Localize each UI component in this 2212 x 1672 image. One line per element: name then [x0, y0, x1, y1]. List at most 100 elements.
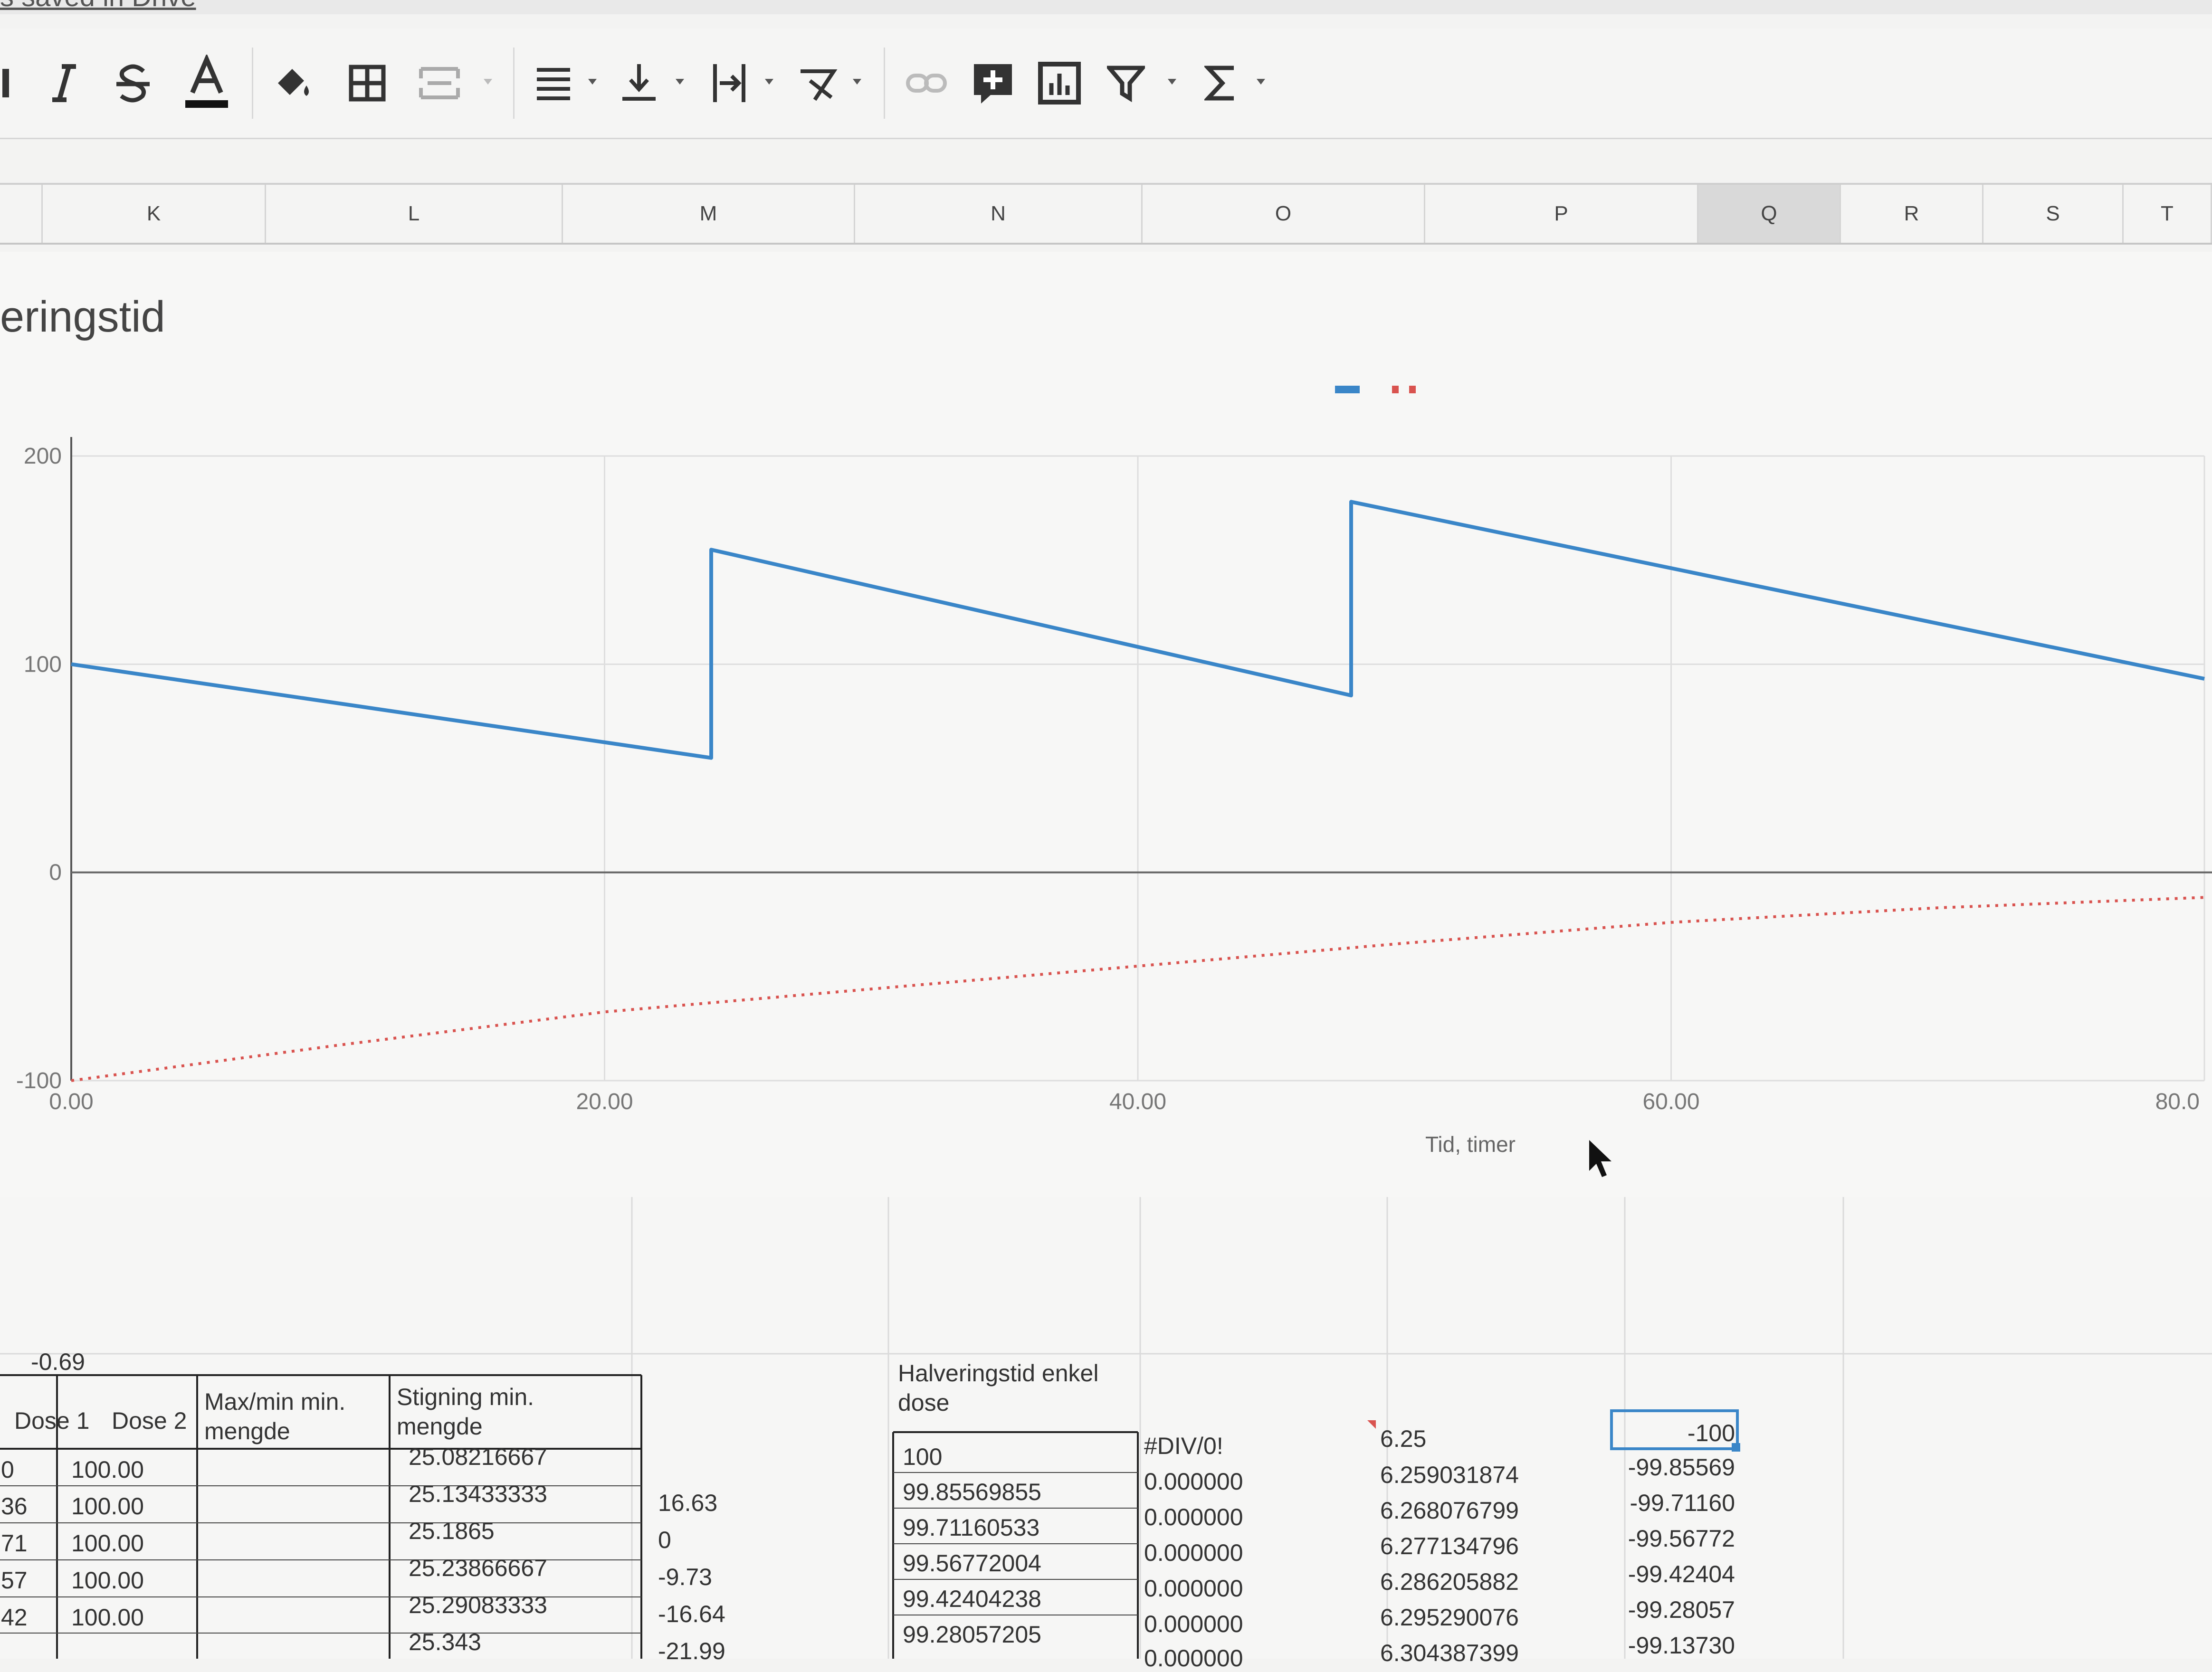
column-p-cell[interactable]: 6.295290076 [1380, 1604, 1519, 1631]
column-m-cell[interactable]: 0 [658, 1526, 671, 1554]
row-prefix-cell[interactable]: 57 [1, 1567, 28, 1594]
column-o-cell[interactable]: 0.000000 [1144, 1575, 1243, 1602]
column-p-cell[interactable]: 6.259031874 [1380, 1461, 1519, 1489]
column-header-o[interactable]: O [1143, 185, 1425, 243]
column-header-s[interactable]: S [1983, 185, 2124, 243]
x-tick-label: 20.00 [576, 1089, 633, 1114]
column-q-cell[interactable]: -99.28057 [1628, 1596, 1735, 1624]
column-header-q[interactable]: Q [1698, 185, 1841, 243]
column-header-row: K L M N O P Q R S T [0, 183, 2212, 245]
header-halveringstid[interactable]: Halveringstid enkel dose [898, 1358, 1121, 1417]
column-p-cell[interactable]: 6.277134796 [1380, 1532, 1519, 1560]
column-o-cell[interactable]: 0.000000 [1144, 1503, 1243, 1531]
header-max-min[interactable]: Max/min min. mengde [204, 1387, 380, 1446]
toolbar-separator [884, 48, 885, 119]
legend-swatch-series-1 [1335, 386, 1360, 393]
merge-cells-icon[interactable] [416, 48, 463, 119]
header-dose-1[interactable]: Dose 1 [14, 1406, 89, 1435]
column-header-m[interactable]: M [563, 185, 855, 243]
embedded-chart[interactable]: eringstid 200 100 0 -100 0.00 20.00 40.00 60.00… [0, 252, 2212, 1198]
align-vertical-icon[interactable] [618, 48, 660, 119]
legend-swatch-series-2 [1392, 386, 1399, 393]
column-o-cell[interactable]: #DIV/0! [1144, 1432, 1223, 1460]
stigning-cell[interactable]: 25.343 [409, 1628, 481, 1656]
x-tick-label: 60.00 [1642, 1089, 1699, 1114]
floating-value[interactable]: -0.69 [31, 1348, 85, 1376]
insert-chart-icon[interactable] [1036, 48, 1083, 119]
dose-1-cell[interactable]: 100.00 [71, 1492, 144, 1520]
window-top-strip [0, 0, 2212, 14]
column-q-cell[interactable]: -99.42404 [1628, 1560, 1735, 1588]
column-m-cell[interactable]: -16.64 [658, 1600, 725, 1628]
mouse-cursor-icon [1589, 1140, 1611, 1177]
insert-comment-icon[interactable] [969, 48, 1017, 119]
x-tick-label: 40.00 [1109, 1089, 1166, 1114]
column-q-cell[interactable]: -100 [1688, 1419, 1735, 1447]
column-p-cell[interactable]: 6.304387399 [1380, 1639, 1519, 1667]
column-q-cell[interactable]: -99.71160 [1630, 1489, 1735, 1517]
strikethrough-icon[interactable] [112, 48, 154, 119]
stigning-cell[interactable]: 25.13433333 [409, 1480, 547, 1508]
legend-swatch-series-2 [1409, 386, 1416, 393]
column-p-cell[interactable]: 6.286205882 [1380, 1568, 1519, 1596]
y-tick-label: 0 [49, 860, 62, 885]
column-o-cell[interactable]: 0.000000 [1144, 1610, 1243, 1638]
text-wrap-icon[interactable] [708, 48, 751, 119]
column-header-r[interactable]: R [1841, 185, 1983, 243]
column-header-stub[interactable] [0, 185, 43, 243]
dose-1-cell[interactable]: 100.00 [71, 1604, 144, 1631]
column-header-l[interactable]: L [266, 185, 563, 243]
column-m-cell[interactable]: 16.63 [658, 1489, 717, 1517]
column-p-cell[interactable]: 6.25 [1380, 1425, 1426, 1453]
dose-1-cell[interactable]: 100.00 [71, 1456, 144, 1483]
bold-icon[interactable] [0, 48, 19, 119]
halveringstid-cell[interactable]: 99.56772004 [903, 1549, 1041, 1577]
header-dose-2[interactable]: Dose 2 [112, 1406, 187, 1435]
column-header-p[interactable]: P [1425, 185, 1698, 243]
stigning-cell[interactable]: 25.1865 [409, 1517, 495, 1545]
row-prefix-cell[interactable]: 36 [1, 1492, 28, 1520]
x-tick-label: 80.0 [2155, 1089, 2200, 1114]
column-header-t[interactable]: T [2124, 185, 2212, 243]
saved-status-link[interactable]: s saved in Drive [0, 0, 196, 13]
fill-color-icon[interactable] [268, 48, 316, 119]
column-q-cell[interactable]: -99.85569 [1628, 1454, 1735, 1481]
stigning-cell[interactable]: 25.08216667 [409, 1443, 547, 1471]
stigning-cell[interactable]: 25.23866667 [409, 1554, 547, 1582]
italic-icon[interactable] [43, 48, 86, 119]
row-prefix-cell[interactable]: 42 [1, 1604, 28, 1631]
row-prefix-cell[interactable]: 71 [1, 1530, 28, 1557]
header-stigning[interactable]: Stigning min. mengde [397, 1382, 587, 1441]
spreadsheet-cells[interactable]: -0.69 Dose 1 Dose 2 Max/min min. mengde … [0, 1197, 2212, 1672]
halveringstid-cell[interactable]: 99.71160533 [903, 1514, 1039, 1541]
column-header-n[interactable]: N [855, 185, 1143, 243]
dose-1-cell[interactable]: 100.00 [71, 1567, 144, 1594]
x-tick-label: 0.00 [49, 1089, 93, 1114]
align-horizontal-icon[interactable] [530, 48, 577, 119]
text-color-icon[interactable] [181, 48, 233, 119]
functions-icon[interactable] [1197, 48, 1245, 119]
dose-1-cell[interactable]: 100.00 [71, 1530, 144, 1557]
column-m-cell[interactable]: -9.73 [658, 1563, 712, 1591]
halveringstid-cell[interactable]: 99.28057205 [903, 1621, 1041, 1648]
row-prefix-cell[interactable]: 0 [1, 1456, 14, 1483]
y-tick-label: 100 [24, 652, 62, 677]
column-o-cell[interactable]: 0.000000 [1144, 1468, 1243, 1495]
column-o-cell[interactable]: 0.000000 [1144, 1539, 1243, 1567]
halveringstid-cell[interactable]: 99.42404238 [903, 1585, 1041, 1613]
column-p-cell[interactable]: 6.268076799 [1380, 1497, 1519, 1524]
chart-canvas: 2001000-1000.00 20.00 40.00 60.00 80.0Tid, t… [16, 386, 2212, 1177]
halveringstid-cell[interactable]: 99.85569855 [903, 1478, 1041, 1506]
link-icon[interactable] [903, 48, 950, 119]
text-rotate-icon[interactable] [793, 48, 841, 119]
column-o-cell[interactable]: 0.000000 [1144, 1644, 1243, 1672]
column-q-cell[interactable]: -99.56772 [1628, 1525, 1735, 1552]
column-q-cell[interactable]: -99.13730 [1628, 1632, 1735, 1659]
filter-icon[interactable] [1102, 48, 1150, 119]
column-m-cell[interactable]: -21.99 [658, 1637, 725, 1665]
borders-icon[interactable] [344, 48, 390, 119]
toolbar-separator [513, 48, 515, 119]
stigning-cell[interactable]: 25.29083333 [409, 1591, 547, 1619]
column-header-k[interactable]: K [43, 185, 266, 243]
halveringstid-cell[interactable]: 100 [903, 1443, 942, 1471]
